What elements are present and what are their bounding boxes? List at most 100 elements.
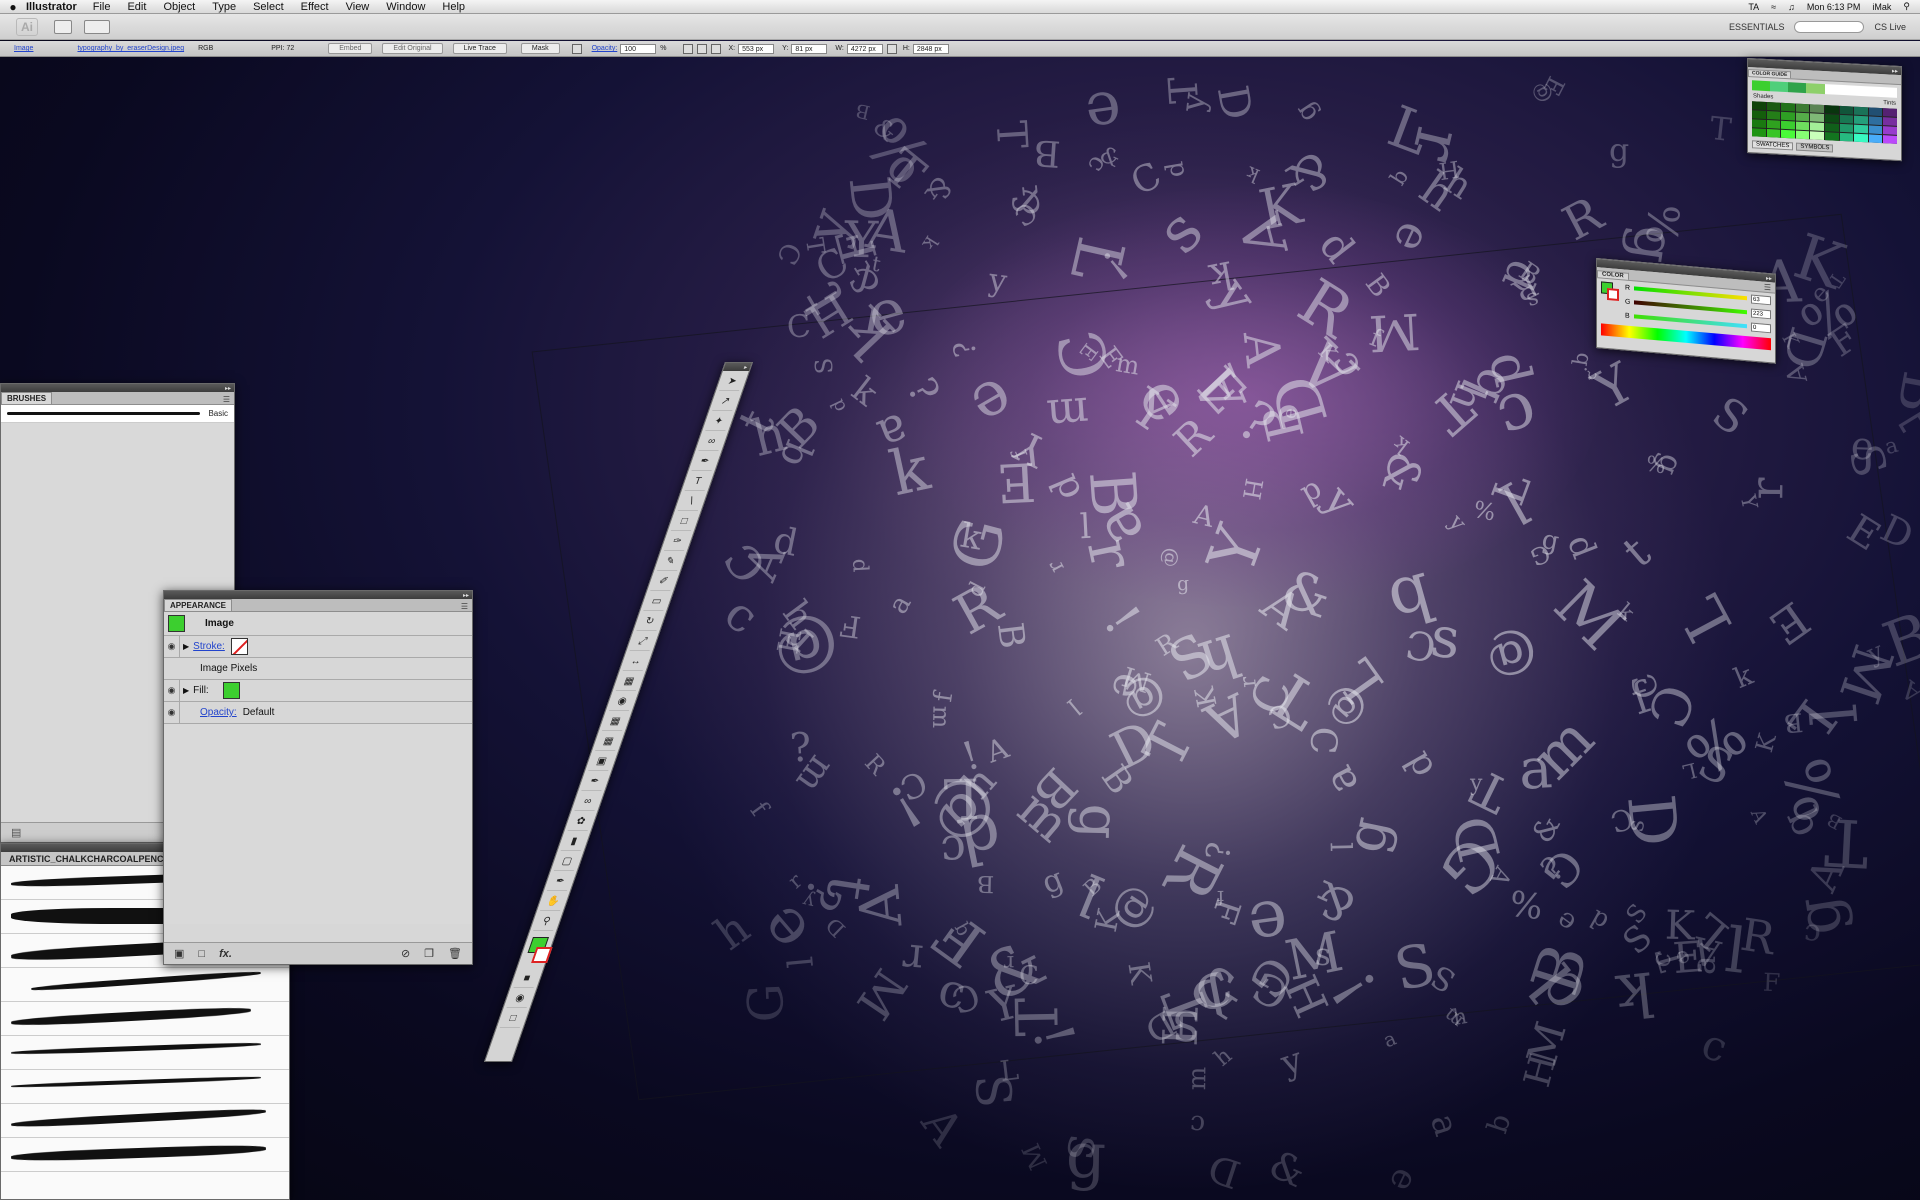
recolor-icon[interactable] <box>571 43 582 54</box>
type-tool-icon[interactable]: T <box>684 474 711 491</box>
color-variation-cell[interactable] <box>1839 105 1854 115</box>
spotlight-icon[interactable]: ⚲ <box>1903 1 1910 12</box>
screen-mode-icon[interactable]: □ <box>499 1011 526 1028</box>
expand-triangle-icon[interactable]: ▶ <box>183 642 189 651</box>
charcoal-brush-9[interactable] <box>1 1138 289 1172</box>
wifi-icon[interactable]: ≈ <box>1771 2 1776 12</box>
color-variation-cell[interactable] <box>1868 107 1883 117</box>
user-name[interactable]: iMak <box>1872 2 1891 12</box>
h-field[interactable]: 2848 px <box>912 43 949 54</box>
color-variation-cell[interactable] <box>1868 125 1883 135</box>
tab-symbols[interactable]: SYMBOLS <box>1796 142 1834 153</box>
embed-button[interactable]: Embed <box>328 43 373 54</box>
app-menu[interactable]: Illustrator <box>26 1 77 13</box>
w-field[interactable]: 4272 px <box>846 43 883 54</box>
color-variation-cell[interactable] <box>1795 112 1810 122</box>
pencil-tool-icon[interactable]: ✎ <box>657 554 683 571</box>
menu-help[interactable]: Help <box>442 1 465 13</box>
charcoal-brush-4[interactable] <box>1 968 289 1002</box>
color-variation-cell[interactable] <box>1883 108 1897 117</box>
menu-object[interactable]: Object <box>163 1 195 13</box>
color-variation-cell[interactable] <box>1752 101 1766 110</box>
stroke-row[interactable]: ◉ ▶ Stroke: <box>164 635 472 658</box>
color-variation-cell[interactable] <box>1839 114 1854 124</box>
symbol-sprayer-tool-icon[interactable]: ✿ <box>567 814 594 831</box>
rectangle-tool-icon[interactable]: □ <box>670 514 697 531</box>
constrain-proportions-icon[interactable] <box>886 43 897 54</box>
brush-row[interactable]: Basic <box>1 405 234 423</box>
tab-brushes[interactable]: BRUSHES <box>1 392 53 404</box>
apple-menu-icon[interactable]: ● <box>0 0 26 14</box>
charcoal-brush-8[interactable] <box>1 1104 289 1138</box>
brush-libraries-icon[interactable]: ▤ <box>11 826 21 839</box>
color-variation-cell[interactable] <box>1795 103 1810 113</box>
column-graph-tool-icon[interactable]: ▮ <box>560 834 587 851</box>
perspective-grid-tool-icon[interactable]: ▦ <box>601 714 628 731</box>
add-stroke-icon[interactable]: ▣ <box>174 947 184 960</box>
opacity-row[interactable]: ◉ Opacity: Default <box>164 701 472 724</box>
add-fill-icon[interactable]: □ <box>198 948 205 960</box>
direct-selection-tool-icon[interactable]: ↗ <box>712 394 738 411</box>
color-variation-cell[interactable] <box>1854 115 1868 125</box>
menu-view[interactable]: View <box>346 1 370 13</box>
arrange-documents-button[interactable] <box>84 19 110 34</box>
workspace-switcher[interactable]: ESSENTIALS <box>1729 22 1785 32</box>
color-variation-cell[interactable] <box>1868 116 1883 126</box>
color-variation-cell[interactable] <box>1839 123 1854 133</box>
b-field[interactable]: 0 <box>1751 322 1771 333</box>
color-variation-cell[interactable] <box>1810 131 1824 141</box>
panel-menu-icon[interactable]: ☰ <box>461 602 472 611</box>
delete-item-icon[interactable]: 🗑 <box>448 947 462 960</box>
magic-wand-tool-icon[interactable]: ✦ <box>705 414 732 431</box>
bridge-button[interactable] <box>54 19 72 34</box>
color-variations-grid[interactable] <box>1752 101 1897 144</box>
blend-tool-icon[interactable]: ∞ <box>574 794 601 811</box>
mesh-tool-icon[interactable]: ▦ <box>595 734 621 751</box>
gradient-tool-icon[interactable]: ▣ <box>588 754 615 771</box>
opacity-label[interactable]: Opacity: <box>200 707 237 718</box>
color-variation-cell[interactable] <box>1766 111 1781 120</box>
menu-effect[interactable]: Effect <box>301 1 329 13</box>
duplicate-item-icon[interactable]: ❐ <box>424 947 434 960</box>
eyedropper-tool-icon[interactable]: ✒ <box>581 774 608 791</box>
visibility-eye-icon[interactable]: ◉ <box>164 701 180 724</box>
color-variation-cell[interactable] <box>1825 132 1839 141</box>
color-variation-cell[interactable] <box>1883 126 1897 135</box>
panel-grip[interactable]: ▸▸ <box>1 384 234 392</box>
color-variation-cell[interactable] <box>1781 120 1795 130</box>
selection-type[interactable]: Image <box>14 45 33 52</box>
reference-point-icon[interactable] <box>710 43 721 54</box>
clock[interactable]: Mon 6:13 PM <box>1807 2 1861 12</box>
visibility-eye-icon[interactable]: ◉ <box>164 635 180 658</box>
color-variation-cell[interactable] <box>1883 135 1897 144</box>
color-variation-cell[interactable] <box>1854 106 1868 116</box>
color-variation-cell[interactable] <box>1839 132 1854 142</box>
scale-tool-icon[interactable]: ⤢ <box>629 634 656 651</box>
color-variation-cell[interactable] <box>1781 102 1795 112</box>
menu-file[interactable]: File <box>93 1 111 13</box>
mask-button[interactable]: Mask <box>520 43 560 54</box>
menu-window[interactable]: Window <box>386 1 425 13</box>
color-mode-buttons-icon[interactable]: ■ <box>513 971 540 988</box>
search-input[interactable] <box>1794 20 1865 33</box>
lasso-tool-icon[interactable]: ∞ <box>698 434 725 451</box>
y-field[interactable]: 81 px <box>791 43 828 54</box>
color-variation-cell[interactable] <box>1766 120 1781 129</box>
color-variation-cell[interactable] <box>1810 113 1824 123</box>
g-field[interactable]: 223 <box>1751 308 1771 319</box>
clear-appearance-icon[interactable]: ⊘ <box>401 947 410 960</box>
stroke-label[interactable]: Stroke: <box>193 641 225 652</box>
color-variation-cell[interactable] <box>1825 105 1839 114</box>
opacity-label[interactable]: Opacity: <box>592 45 618 52</box>
rotate-tool-icon[interactable]: ↻ <box>636 614 663 631</box>
hand-tool-icon[interactable]: ✋ <box>539 894 566 911</box>
visibility-eye-icon[interactable]: ◉ <box>164 679 180 702</box>
transform-icon[interactable] <box>696 43 707 54</box>
expand-triangle-icon[interactable]: ▶ <box>183 686 189 695</box>
charcoal-brush-5[interactable] <box>1 1002 289 1036</box>
r-field[interactable]: 63 <box>1751 294 1771 305</box>
tab-appearance[interactable]: APPEARANCE <box>164 599 233 611</box>
color-variation-cell[interactable] <box>1795 121 1810 131</box>
pen-tool-icon[interactable]: ✒ <box>691 454 718 471</box>
color-variation-cell[interactable] <box>1868 134 1883 144</box>
